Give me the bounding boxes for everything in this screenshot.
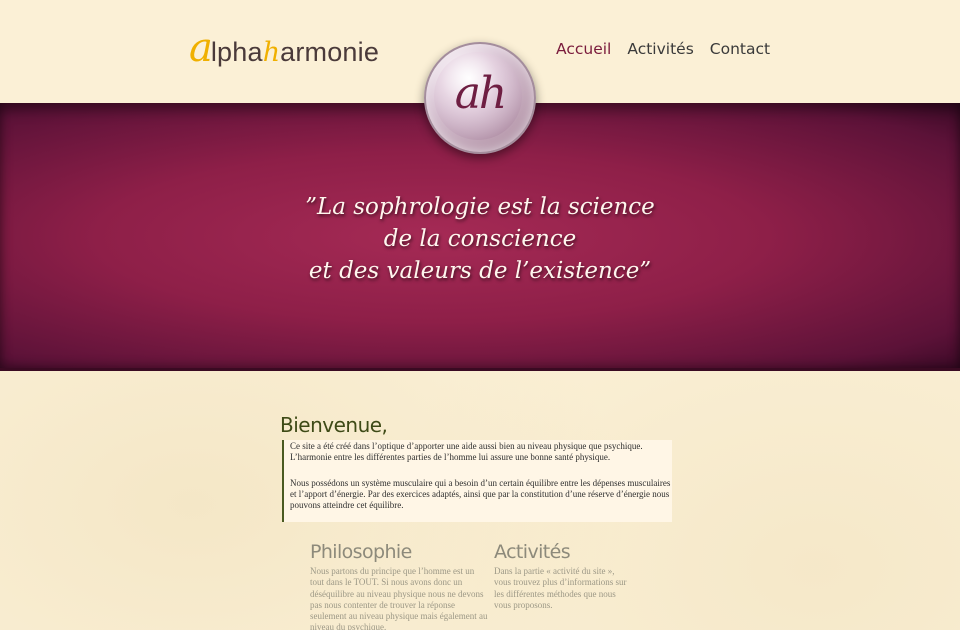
page: a lpha h armonie Accueil Activités Conta… bbox=[0, 0, 960, 630]
philosophie-title[interactable]: Philosophie bbox=[310, 540, 412, 564]
quote-line: ”La sophrologie est la science bbox=[305, 194, 655, 220]
quote-line: de la conscience bbox=[383, 226, 577, 252]
hero-quote: ”La sophrologie est la science de la con… bbox=[0, 191, 960, 287]
welcome-paragraph: Ce site a été créé dans l’optique d’appo… bbox=[290, 441, 643, 462]
nav-item-activites[interactable]: Activités bbox=[627, 40, 693, 58]
nav-item-contact[interactable]: Contact bbox=[710, 40, 770, 58]
logo-letter-h: h bbox=[262, 37, 281, 68]
main-nav: Accueil Activités Contact bbox=[556, 40, 770, 58]
philosophie-text: Nous partons du principe que l’homme est… bbox=[310, 566, 488, 630]
quote-line: et des valeurs de l’existence” bbox=[308, 258, 652, 284]
activites-text: Dans la partie « activité du site », vou… bbox=[494, 566, 627, 610]
logo-letter-a: a bbox=[189, 25, 213, 71]
orb-monogram: ah bbox=[454, 68, 508, 119]
welcome-paragraph: Nous possédons un système musculaire qui… bbox=[290, 478, 671, 510]
activites-title[interactable]: Activités bbox=[494, 540, 571, 564]
welcome-title: Bienvenue, bbox=[280, 413, 388, 437]
welcome-box: Ce site a été créé dans l’optique d’appo… bbox=[282, 440, 672, 522]
nav-item-accueil[interactable]: Accueil bbox=[556, 40, 611, 58]
logo-text-part1: lpha bbox=[210, 37, 263, 67]
orb-logo-icon[interactable]: ah bbox=[424, 42, 536, 154]
site-logo[interactable]: a lpha h armonie bbox=[189, 28, 379, 68]
logo-text-part2: armonie bbox=[280, 37, 380, 67]
